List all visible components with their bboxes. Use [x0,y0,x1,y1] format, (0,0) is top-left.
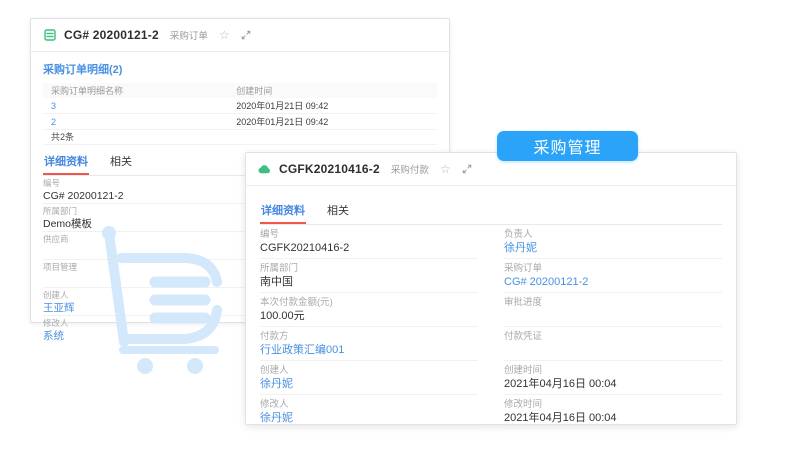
field: 本次付款金额(元) 100.00元 [260,293,478,327]
star-icon[interactable]: ☆ [440,163,451,175]
field-label: 付款方 [260,331,289,342]
module-badge: 采购管理 [497,131,638,161]
table-row: 3 2020年01月21日 09:42 [43,98,437,114]
field: 付款凭证 [504,327,722,361]
expand-icon[interactable] [462,164,472,174]
field-label: 修改人 [260,399,289,410]
field-value[interactable]: 徐丹妮 [260,378,478,391]
field: 负责人 徐丹妮 [504,225,722,259]
tab[interactable]: 详细资料 [260,196,306,224]
field-value: 100.00元 [260,310,305,322]
field-label: 负责人 [504,229,533,240]
field: 创建时间 2021年04月16日 00:04 [504,361,722,395]
purchase-order-icon [43,29,56,42]
field: 修改时间 2021年04月16日 00:04 [504,395,722,429]
record-title: CGFK20210416-2 [279,162,380,176]
created-time-cell: 2020年01月21日 09:42 [236,117,329,127]
table-header: 采购订单明细名称 创建时间 [43,83,437,98]
field-value[interactable]: 徐丹妮 [504,242,722,255]
field: 编号 CGFK20210416-2 [260,225,478,259]
tab[interactable]: 相关 [109,147,133,175]
field-value: 2021年04月16日 00:04 [504,378,617,390]
field: 修改人 徐丹妮 [260,395,478,429]
field-label: 审批进度 [504,297,543,308]
detail-name-link[interactable]: 2 [51,117,56,127]
created-time-cell: 2020年01月21日 09:42 [236,101,329,111]
card-header: CG# 20200121-2 采购订单 ☆ [31,19,449,52]
card-header: CGFK20210416-2 采购付款 ☆ [246,153,736,186]
object-type-label: 采购订单 [169,31,208,42]
card-body: 详细资料 相关 编号 CGFK20210416-2 负责人 徐丹妮 所属部门 南中… [246,196,736,429]
object-type-label: 采购付款 [390,165,429,176]
field: 审批进度 [504,293,722,327]
field-value [504,344,722,357]
column-header: 创建时间 [236,86,273,96]
expand-icon[interactable] [241,30,251,40]
field-label: 修改时间 [504,399,543,410]
detail-fields: 编号 CGFK20210416-2 负责人 徐丹妮 所属部门 南中国 采购订单 … [260,225,722,429]
field: 所属部门 南中国 [260,259,478,293]
page: CG# 20200121-2 采购订单 ☆ 采购订单明细(2) 采购订单明细名称… [0,0,792,459]
field-value[interactable]: 徐丹妮 [260,412,478,425]
field-value[interactable]: 行业政策汇编001 [260,344,478,357]
field-value: CGFK20210416-2 [260,242,350,254]
field-label: 创建时间 [504,365,543,376]
related-list-table: 采购订单明细名称 创建时间 3 2020年01月21日 09:42 2 2020… [43,83,437,145]
field-label: 编号 [260,229,280,240]
shopping-cart-watermark-icon [102,226,222,374]
field-label: 付款凭证 [504,331,543,342]
purchase-payment-card: CGFK20210416-2 采购付款 ☆ 详细资料 相关 编号 CGFK2021… [245,152,737,429]
field-value[interactable]: CG# 20200121-2 [504,276,722,289]
field: 创建人 徐丹妮 [260,361,478,395]
field-value: 南中国 [260,276,293,288]
tab[interactable]: 详细资料 [43,147,89,175]
cloud-icon [258,163,271,176]
field-value: 2021年04月16日 00:04 [504,412,617,424]
field-label: 本次付款金额(元) [260,297,333,308]
table-rows: 3 2020年01月21日 09:42 2 2020年01月21日 09:42 [43,98,437,130]
field: 采购订单 CG# 20200121-2 [504,259,722,293]
table-row: 2 2020年01月21日 09:42 [43,114,437,130]
table-footer: 共2条 [43,130,437,145]
record-title: CG# 20200121-2 [64,28,159,42]
detail-name-link[interactable]: 3 [51,101,56,111]
field-label: 采购订单 [504,263,543,274]
column-header: 采购订单明细名称 [51,86,124,96]
related-list-title: 采购订单明细(2) [43,64,123,76]
field-label: 所属部门 [260,263,299,274]
tab[interactable]: 相关 [326,196,350,224]
tab-bar: 详细资料 相关 [260,196,722,225]
field-value [504,310,722,323]
field: 付款方 行业政策汇编001 [260,327,478,361]
star-icon[interactable]: ☆ [219,29,230,41]
field-label: 创建人 [260,365,289,376]
